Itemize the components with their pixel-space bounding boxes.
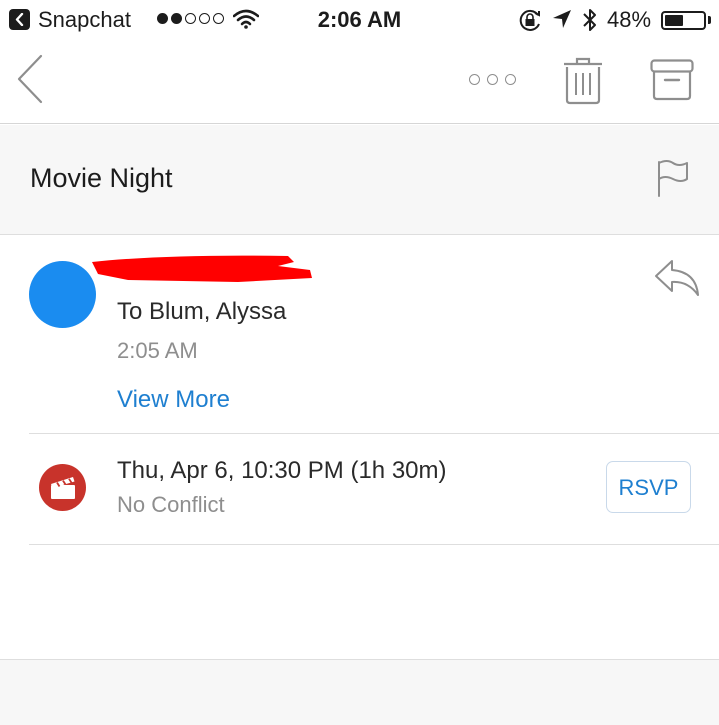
recipient-line: To Blum, Alyssa <box>117 298 287 325</box>
sender-name-redaction <box>92 255 312 282</box>
more-icon[interactable] <box>469 74 516 85</box>
movie-clapperboard-icon <box>39 464 86 511</box>
back-chevron-icon[interactable] <box>16 54 44 104</box>
status-bar: Snapchat 2:06 AM 48% <box>0 0 719 40</box>
location-icon <box>553 10 571 28</box>
divider <box>29 433 719 434</box>
flag-icon[interactable] <box>655 158 691 198</box>
message-subject: Movie Night <box>30 163 173 193</box>
archive-icon[interactable] <box>650 59 694 101</box>
bottom-bar <box>0 659 719 725</box>
divider <box>29 544 719 545</box>
battery-tip <box>708 16 711 24</box>
event-conflict-status: No Conflict <box>117 492 225 517</box>
battery-level-fill <box>665 15 683 26</box>
sender-avatar[interactable] <box>29 261 96 328</box>
battery-percent: 48% <box>607 7 652 32</box>
rotation-lock-icon <box>519 9 540 31</box>
mail-toolbar <box>0 40 719 124</box>
trash-icon[interactable] <box>562 57 604 105</box>
battery-icon <box>661 11 706 30</box>
bluetooth-icon <box>583 9 596 31</box>
subject-bar: Movie Night <box>0 125 719 235</box>
sent-time: 2:05 AM <box>117 338 198 363</box>
view-more-link[interactable]: View More <box>117 386 230 414</box>
reply-icon[interactable] <box>654 259 700 297</box>
rsvp-button[interactable]: RSVP <box>606 461 691 513</box>
event-datetime: Thu, Apr 6, 10:30 PM (1h 30m) <box>117 457 447 484</box>
